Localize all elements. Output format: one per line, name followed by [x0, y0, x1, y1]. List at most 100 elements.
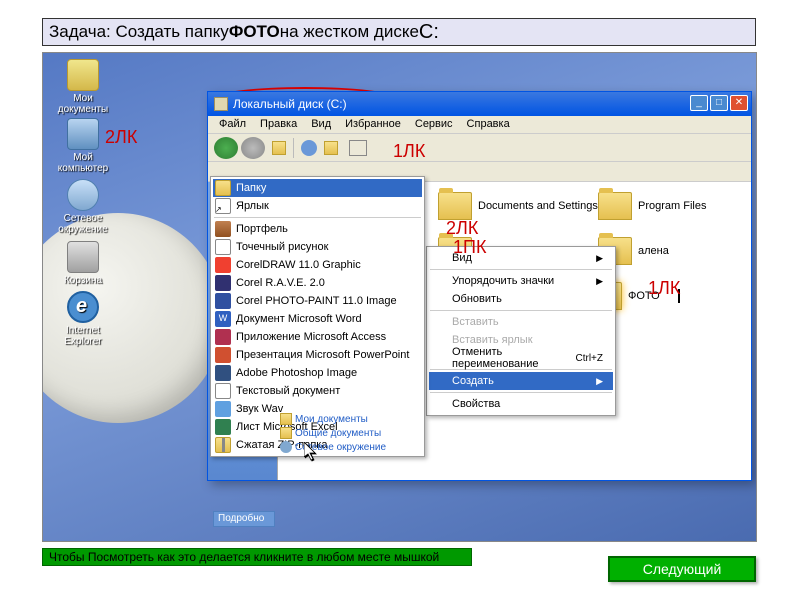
shortcut-icon [215, 198, 231, 214]
computer-icon [67, 118, 99, 150]
separator [430, 269, 612, 270]
mycomp-label: Мой компьютер [53, 152, 113, 174]
menu-help[interactable]: Справка [460, 116, 517, 133]
menu-edit[interactable]: Правка [253, 116, 304, 133]
annot-2lk-desktop: 2ЛК [105, 127, 137, 148]
separator [430, 392, 612, 393]
folder-icon [280, 427, 292, 439]
folder-label: Program Files [638, 200, 706, 212]
coreldraw-icon [215, 257, 231, 273]
documents-icon [67, 59, 99, 91]
excel-icon [215, 419, 231, 435]
desktop-icon-ie[interactable]: Internet Explorer [53, 291, 113, 347]
task-folder-name: ФОТО [229, 22, 280, 42]
create-word[interactable]: WДокумент Microsoft Word [213, 310, 422, 328]
zip-icon [215, 437, 231, 453]
views-icon[interactable] [349, 140, 367, 156]
folders-icon[interactable] [324, 141, 338, 155]
folder-icon [215, 180, 231, 196]
task-banner: Задача: Создать папку ФОТО на жестком ди… [42, 18, 756, 46]
folder-label: Documents and Settings [478, 200, 598, 212]
separator [293, 138, 294, 158]
link-network[interactable]: Сетевое окружение [280, 440, 386, 454]
back-button[interactable] [214, 137, 238, 159]
desktop[interactable]: Мои документы Мой компьютер Сетевое окру… [42, 52, 757, 542]
create-text[interactable]: Текстовый документ [213, 382, 422, 400]
create-folder[interactable]: Папку [213, 179, 422, 197]
ctx-arrange[interactable]: Упорядочить значки▶ [429, 272, 613, 290]
folder-icon [438, 192, 472, 220]
ctx-paste: Вставить [429, 313, 613, 331]
wav-icon [215, 401, 231, 417]
up-folder-icon[interactable] [272, 141, 286, 155]
close-button[interactable]: ✕ [730, 95, 748, 111]
ctx-refresh[interactable]: Обновить [429, 290, 613, 308]
desktop-icon-mycomputer[interactable]: Мой компьютер [53, 118, 113, 174]
ctx-create[interactable]: Создать▶ [429, 372, 613, 390]
powerpoint-icon [215, 347, 231, 363]
access-icon [215, 329, 231, 345]
menu-fav[interactable]: Избранное [338, 116, 408, 133]
menu-view[interactable]: Вид [304, 116, 338, 133]
create-briefcase[interactable]: Портфель [213, 220, 422, 238]
next-button[interactable]: Следующий [608, 556, 756, 582]
menubar: Файл Правка Вид Избранное Сервис Справка [208, 116, 751, 134]
create-powerpoint[interactable]: Презентация Microsoft PowerPoint [213, 346, 422, 364]
annot-1lk-create-folder: 1ЛК [393, 141, 425, 162]
details-panel-header[interactable]: Подробно [213, 511, 275, 527]
annot-2lk-open: 2ЛК [446, 218, 478, 239]
titlebar[interactable]: Локальный диск (C:) _ □ ✕ [208, 92, 751, 116]
mydocs-label: Мои документы [53, 93, 113, 115]
trash-label: Корзина [53, 275, 113, 286]
toolbar [208, 134, 751, 162]
separator [430, 310, 612, 311]
context-menu: Вид▶ Упорядочить значки▶ Обновить Встави… [426, 246, 616, 416]
bitmap-icon [215, 239, 231, 255]
search-icon[interactable] [301, 140, 317, 156]
minimize-button[interactable]: _ [690, 95, 708, 111]
ie-label: Internet Explorer [53, 325, 113, 347]
folder-docs-settings[interactable]: Documents and Settings [438, 192, 598, 220]
folder-label: алена [638, 245, 669, 257]
link-shared[interactable]: Общие документы [280, 426, 386, 440]
desktop-icon-mydocs[interactable]: Мои документы [53, 59, 113, 115]
word-icon: W [215, 311, 231, 327]
menu-service[interactable]: Сервис [408, 116, 460, 133]
ctx-undo[interactable]: Отменить переименованиеCtrl+Z [429, 349, 613, 367]
create-shortcut[interactable]: Ярлык [213, 197, 422, 215]
text-icon [215, 383, 231, 399]
folder-program-files[interactable]: Program Files [598, 192, 706, 220]
task-drive: C: [419, 21, 439, 44]
folder-icon [280, 413, 292, 425]
photopaint-icon [215, 293, 231, 309]
create-access[interactable]: Приложение Microsoft Access [213, 328, 422, 346]
create-photoshop[interactable]: Adobe Photoshop Image [213, 364, 422, 382]
task-prefix: Задача: Создать папку [49, 22, 229, 42]
annot-1pk-rightclick: 1ПК [453, 237, 486, 258]
ie-icon [67, 291, 99, 323]
menu-file[interactable]: Файл [212, 116, 253, 133]
photoshop-icon [215, 365, 231, 381]
netenv-label: Сетевое окружение [53, 213, 113, 235]
create-bitmap[interactable]: Точечный рисунок [213, 238, 422, 256]
maximize-button[interactable]: □ [710, 95, 728, 111]
desktop-icon-network[interactable]: Сетевое окружение [53, 179, 113, 235]
other-places-links: Мои документы Общие документы Сетевое ок… [280, 412, 386, 454]
cursor-pointer [304, 442, 318, 462]
rave-icon [215, 275, 231, 291]
desktop-icon-trash[interactable]: Корзина [53, 241, 113, 286]
annot-1lk-rename: 1ЛК [648, 278, 680, 299]
create-coreldraw[interactable]: CorelDRAW 11.0 Graphic [213, 256, 422, 274]
create-photopaint[interactable]: Corel PHOTO-PAINT 11.0 Image [213, 292, 422, 310]
instruction-bar: Чтобы Посмотреть как это делается кликни… [42, 548, 472, 566]
trash-icon [67, 241, 99, 273]
ctx-properties[interactable]: Свойства [429, 395, 613, 413]
create-rave[interactable]: Corel R.A.V.E. 2.0 [213, 274, 422, 292]
task-mid: на жестком диске [280, 22, 419, 42]
link-mydocs[interactable]: Мои документы [280, 412, 386, 426]
forward-button[interactable] [241, 137, 265, 159]
window-title: Локальный диск (C:) [233, 97, 347, 111]
network-icon [67, 179, 99, 211]
drive-icon [214, 97, 228, 111]
folder-icon [598, 192, 632, 220]
